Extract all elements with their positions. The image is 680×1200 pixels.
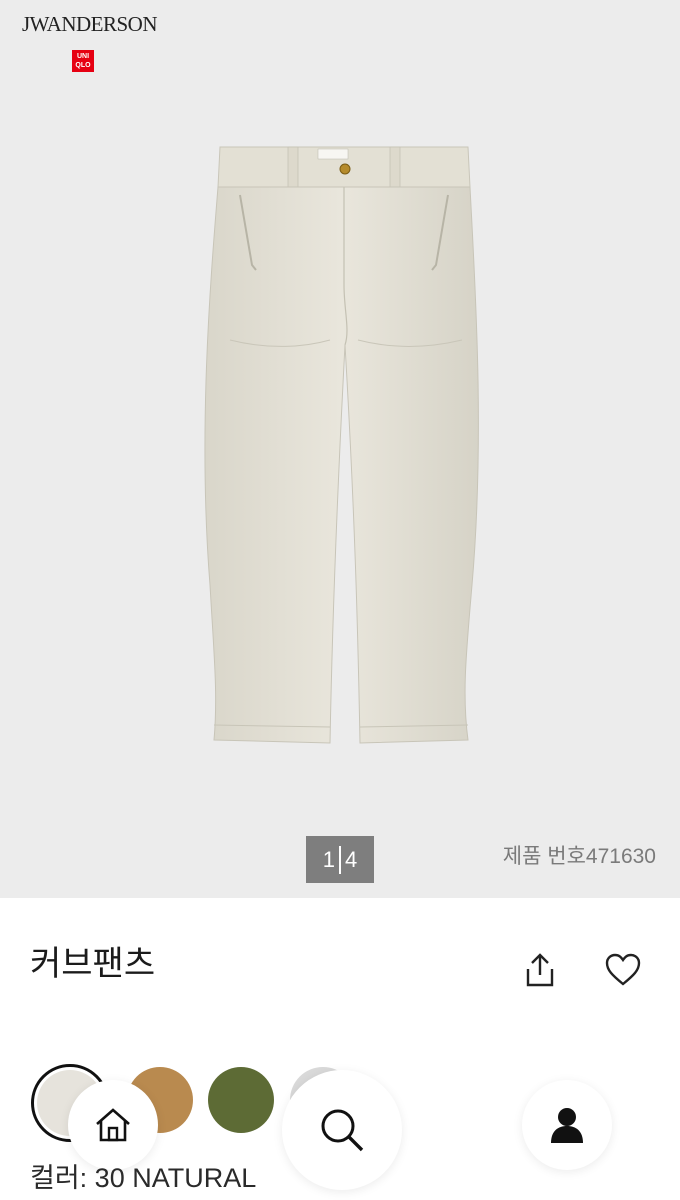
swatch-olive[interactable] bbox=[208, 1067, 274, 1133]
profile-button[interactable] bbox=[522, 1080, 612, 1170]
heart-icon bbox=[605, 953, 641, 986]
image-pager: 1 4 bbox=[306, 836, 374, 883]
search-icon bbox=[321, 1109, 364, 1152]
search-button[interactable] bbox=[282, 1070, 402, 1190]
pager-total: 4 bbox=[345, 846, 358, 872]
home-icon bbox=[96, 1108, 130, 1142]
product-title: 커브팬츠 bbox=[30, 945, 156, 983]
favorite-button[interactable] bbox=[603, 950, 643, 990]
jw-anderson-logo: JWANDERSON bbox=[22, 12, 158, 36]
product-number: 제품 번호471630 bbox=[502, 845, 656, 868]
product-image bbox=[204, 146, 479, 744]
color-label: 컬러: 30 NATURAL bbox=[30, 1163, 257, 1193]
share-button[interactable] bbox=[520, 950, 560, 990]
user-icon bbox=[551, 1108, 583, 1143]
share-icon bbox=[526, 953, 554, 987]
product-image-gallery[interactable]: JWANDERSON UNI QLO 1 4 제품 번호471630 bbox=[0, 0, 680, 898]
pager-divider bbox=[339, 845, 341, 874]
pager-current: 1 bbox=[322, 846, 335, 872]
uniqlo-logo: UNI QLO bbox=[72, 50, 94, 72]
